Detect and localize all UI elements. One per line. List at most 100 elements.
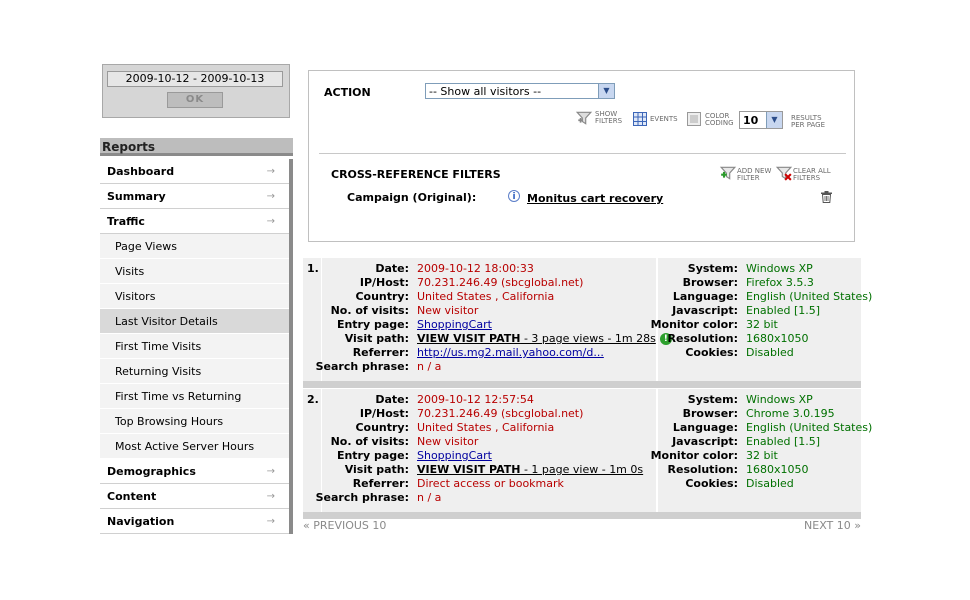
visitor-record: 1. Date: 2009-10-12 18:00:33 IP/Host: 70.231…	[303, 258, 872, 381]
ip-value: 70.231.246.49 (sbcglobal.net)	[417, 407, 584, 420]
entry-value[interactable]: ShoppingCart	[417, 318, 492, 332]
sidebar-item-summary[interactable]: Summary →	[100, 184, 289, 209]
date-range-field[interactable]: 2009-10-12 - 2009-10-13	[107, 71, 283, 87]
sidebar-item-label: Visits	[115, 265, 145, 278]
javascript-value: Enabled [1.5]	[746, 435, 821, 448]
cookies-value: Disabled	[746, 346, 794, 359]
sidebar-item-first-time-vs-returning[interactable]: First Time vs Returning	[100, 384, 289, 409]
sidebar-item-most-active-server-hours[interactable]: Most Active Server Hours	[100, 434, 289, 459]
resolution-value: 1680x1050	[746, 332, 809, 345]
cross-reference-filters-title: CROSS-REFERENCE FILTERS	[331, 168, 501, 181]
action-label: ACTION	[324, 86, 371, 99]
grid-icon	[633, 112, 647, 126]
sidebar-item-label: Page Views	[115, 240, 177, 253]
sidebar-item-top-browsing-hours[interactable]: Top Browsing Hours	[100, 409, 289, 434]
field-label-cookies: Cookies:	[685, 477, 738, 490]
field-label-resolution: Resolution:	[667, 332, 738, 345]
results-per-page-select[interactable]: 10 ▼	[739, 111, 783, 129]
sidebar-item-page-views[interactable]: Page Views	[100, 234, 289, 259]
browser-value: Chrome 3.0.195	[746, 407, 835, 420]
sidebar-item-content[interactable]: Content →	[100, 484, 289, 509]
arrow-right-icon: →	[266, 516, 275, 527]
sidebar-item-last-visitor-details[interactable]: Last Visitor Details	[100, 309, 289, 334]
field-label-date: Date:	[375, 393, 409, 406]
field-label-visits: No. of visits:	[330, 304, 409, 317]
arrow-right-icon: →	[266, 466, 275, 477]
entry-value[interactable]: ShoppingCart	[417, 449, 492, 463]
record-number: 1.	[307, 262, 319, 275]
show-filters-button[interactable]: SHOW FILTERS	[575, 110, 622, 126]
sidebar-item-visitors[interactable]: Visitors	[100, 284, 289, 309]
clear-filters-line2: FILTERS	[793, 174, 821, 182]
field-label-entry: Entry page:	[336, 318, 409, 331]
add-new-filter-button[interactable]: ADD NEW FILTER	[719, 165, 771, 182]
sidebar-item-dashboard[interactable]: Dashboard →	[100, 159, 289, 184]
sidebar-item-label: Traffic	[107, 215, 145, 228]
sidebar-item-label: Top Browsing Hours	[115, 415, 224, 428]
sidebar-item-demographics[interactable]: Demographics →	[100, 459, 289, 484]
chevron-down-icon: ▼	[598, 84, 614, 98]
monitor-value: 32 bit	[746, 449, 778, 462]
field-label-referrer: Referrer:	[352, 346, 409, 359]
ok-button[interactable]: OK	[167, 92, 223, 108]
action-select[interactable]: -- Show all visitors -- ▼	[425, 83, 615, 99]
field-label-javascript: Javascript:	[672, 304, 738, 317]
visit-path: VIEW VISIT PATH - 3 page views - 1m 28s!	[417, 332, 672, 346]
visitor-record: 2. Date: 2009-10-12 12:57:54 IP/Host: 70.231…	[303, 389, 872, 512]
reports-sidebar: Dashboard → Summary → Traffic → Page Views Visi…	[100, 159, 293, 534]
sidebar-item-returning-visits[interactable]: Returning Visits	[100, 359, 289, 384]
info-icon[interactable]: i	[508, 190, 520, 202]
system-value: Windows XP	[746, 393, 813, 406]
sidebar-item-label: Summary	[107, 190, 166, 203]
sidebar-item-label: Content	[107, 490, 157, 503]
resolution-value: 1680x1050	[746, 463, 809, 476]
date-value: 2009-10-12 18:00:33	[417, 262, 534, 275]
country-value: United States , California	[417, 290, 555, 303]
clear-all-filters-button[interactable]: CLEAR ALL FILTERS	[775, 165, 831, 182]
sidebar-item-label: Navigation	[107, 515, 175, 528]
color-coding-button[interactable]: COLOR CODING	[687, 112, 734, 127]
results-per-page-value: 10	[743, 114, 759, 127]
browser-value: Firefox 3.5.3	[746, 276, 814, 289]
arrow-right-icon: →	[266, 216, 275, 227]
visit-path-detail: - 1 page view - 1m 0s	[520, 463, 644, 476]
funnel-add-icon	[575, 111, 593, 125]
referrer-value[interactable]: http://us.mg2.mail.yahoo.com/d...	[417, 346, 604, 360]
record-separator	[303, 381, 861, 388]
field-label-path: Visit path:	[344, 463, 409, 476]
javascript-value: Enabled [1.5]	[746, 304, 821, 317]
field-label-cookies: Cookies:	[685, 346, 738, 359]
sidebar-item-label: Last Visitor Details	[115, 315, 218, 328]
system-value: Windows XP	[746, 262, 813, 275]
field-label-ip: IP/Host:	[359, 407, 409, 420]
field-label-path: Visit path:	[344, 332, 409, 345]
field-label-system: System:	[687, 393, 738, 406]
previous-page-link[interactable]: « PREVIOUS 10	[303, 519, 386, 532]
view-visit-path-link[interactable]: VIEW VISIT PATH	[417, 463, 520, 476]
sidebar-item-first-time-visits[interactable]: First Time Visits	[100, 334, 289, 359]
sidebar-item-navigation[interactable]: Navigation →	[100, 509, 289, 534]
chevron-down-icon: ▼	[766, 112, 782, 128]
field-label-language: Language:	[672, 421, 738, 434]
next-page-link[interactable]: NEXT 10 »	[804, 519, 861, 532]
results-per-page-line2: PER PAGE	[791, 121, 826, 129]
sidebar-item-label: First Time Visits	[115, 340, 202, 353]
field-label-monitor: Monitor color:	[650, 318, 738, 331]
view-visit-path-link[interactable]: VIEW VISIT PATH	[417, 332, 520, 345]
field-label-resolution: Resolution:	[667, 463, 738, 476]
trash-icon[interactable]	[821, 191, 832, 203]
events-button[interactable]: EVENTS	[633, 112, 678, 126]
action-select-value: -- Show all visitors --	[429, 85, 542, 98]
field-label-country: Country:	[355, 290, 409, 303]
visit-path-detail: - 3 page views - 1m 28s	[520, 332, 656, 345]
campaign-filter-value[interactable]: Monitus cart recovery	[527, 192, 663, 205]
visits-value: New visitor	[417, 435, 479, 448]
funnel-clear-icon	[775, 166, 793, 181]
sidebar-item-visits[interactable]: Visits	[100, 259, 289, 284]
field-label-date: Date:	[375, 262, 409, 275]
arrow-right-icon: →	[266, 491, 275, 502]
country-value: United States , California	[417, 421, 555, 434]
add-filter-line2: FILTER	[737, 174, 760, 182]
sidebar-item-traffic[interactable]: Traffic →	[100, 209, 289, 234]
sidebar-item-label: Most Active Server Hours	[115, 440, 255, 453]
